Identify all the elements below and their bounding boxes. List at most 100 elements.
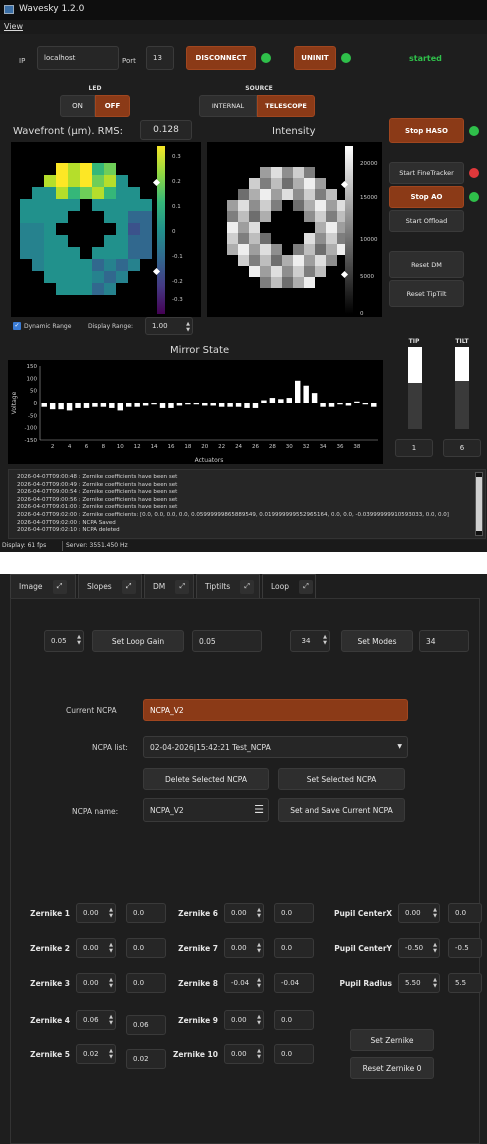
- tab-loop[interactable]: Loop ⤢: [262, 574, 316, 598]
- menu-view[interactable]: View: [4, 22, 23, 31]
- port-label: Port: [122, 57, 136, 65]
- set-modes-button[interactable]: Set Modes: [341, 630, 413, 652]
- spin-arrows-icon[interactable]: ▲ ▼: [433, 907, 437, 919]
- spin-arrows-icon[interactable]: ▲ ▼: [257, 1048, 261, 1060]
- undock-icon[interactable]: ⤢: [121, 579, 136, 594]
- tab-slopes[interactable]: Slopes ⤢: [78, 574, 142, 598]
- spin-arrows-icon[interactable]: ▲ ▼: [109, 1048, 113, 1060]
- tab-dm[interactable]: DM ⤢: [144, 574, 194, 598]
- set-zernike-button[interactable]: Set Zernike: [350, 1029, 434, 1051]
- spin-arrows-icon[interactable]: ▲ ▼: [433, 977, 437, 989]
- zernike-spinbox[interactable]: 0.00 ▲ ▼: [224, 1010, 264, 1030]
- tab-tiptilts[interactable]: Tiptilts ⤢: [196, 574, 260, 598]
- wavefront-pixel: [92, 259, 104, 271]
- undock-icon[interactable]: ⤢: [299, 579, 313, 594]
- intensity-pixel: [293, 178, 304, 189]
- reset-zernike-button[interactable]: Reset Zernike 0: [350, 1057, 434, 1079]
- loop-gain-spinbox[interactable]: 0.05 ▲ ▼: [44, 630, 84, 652]
- ncpa-list-select[interactable]: 02-04-2026|15:42:21 Test_NCPA ▼: [143, 736, 408, 758]
- modes-spinbox[interactable]: 34 ▲ ▼: [290, 630, 330, 652]
- undock-icon[interactable]: ⤢: [175, 579, 190, 594]
- ncpa-name-input[interactable]: NCPA_V2 ☰: [143, 798, 269, 822]
- wavefront-pixel: [68, 271, 80, 283]
- start-offload-button[interactable]: Start Offload: [389, 210, 464, 232]
- zernike-spinbox[interactable]: -0.04 ▲ ▼: [224, 973, 264, 993]
- port-input[interactable]: 13: [146, 46, 174, 70]
- pupil-spinbox[interactable]: -0.50 ▲ ▼: [398, 938, 440, 958]
- undock-icon[interactable]: ⤢: [240, 579, 255, 594]
- set-save-ncpa-button[interactable]: Set and Save Current NCPA: [278, 798, 405, 822]
- reset-dm-button[interactable]: Reset DM: [389, 251, 464, 278]
- wavefront-pixel: [128, 235, 140, 247]
- zernike-spinbox[interactable]: 0.00 ▲ ▼: [224, 1044, 264, 1064]
- led-off-button[interactable]: OFF: [95, 95, 130, 117]
- x-tick-label: 6: [85, 444, 89, 450]
- spin-arrows-icon[interactable]: ▲ ▼: [257, 977, 261, 989]
- spin-arrows-icon[interactable]: ▲ ▼: [433, 942, 437, 954]
- spin-arrows-icon[interactable]: ▲ ▼: [109, 907, 113, 919]
- zernike-spin-value: 0.00: [231, 944, 247, 952]
- intensity-pixel: [227, 222, 238, 233]
- spin-arrows-icon[interactable]: ▲ ▼: [109, 977, 113, 989]
- intensity-pixel: [249, 178, 260, 189]
- zernike-spinbox[interactable]: 0.00 ▲ ▼: [76, 903, 116, 923]
- disconnect-button[interactable]: DISCONNECT: [186, 46, 256, 70]
- intensity-pixel: [315, 266, 326, 277]
- undock-icon[interactable]: ⤢: [52, 579, 67, 594]
- spin-arrows-icon[interactable]: ▲ ▼: [109, 1014, 113, 1026]
- display-range-spinbox[interactable]: 1.00 ▲ ▼: [145, 317, 193, 335]
- pupil-spinbox[interactable]: 0.00 ▲ ▼: [398, 903, 440, 923]
- spin-arrows-icon[interactable]: ▲ ▼: [109, 942, 113, 954]
- source-telescope-button[interactable]: TELESCOPE: [257, 95, 315, 117]
- zernike-spinbox[interactable]: 0.00 ▲ ▼: [76, 973, 116, 993]
- delete-ncpa-button[interactable]: Delete Selected NCPA: [143, 768, 269, 790]
- spin-arrows-icon[interactable]: ▲ ▼: [257, 1014, 261, 1026]
- tab-slopes-label: Slopes: [87, 582, 112, 591]
- zernike-spinbox[interactable]: 0.00 ▲ ▼: [224, 938, 264, 958]
- dynamic-range-checkbox[interactable]: ✓: [13, 322, 21, 330]
- ip-label: IP: [19, 57, 26, 65]
- spin-arrows-icon[interactable]: ▲ ▼: [257, 907, 261, 919]
- uninit-button[interactable]: UNINIT: [294, 46, 336, 70]
- mirror-bar: [83, 403, 90, 408]
- start-finetracker-button[interactable]: Start FineTracker: [389, 162, 464, 184]
- spin-arrows-icon[interactable]: ▲ ▼: [257, 942, 261, 954]
- stop-ao-button[interactable]: Stop AO: [389, 186, 464, 208]
- y-tick-label: 150: [27, 364, 38, 370]
- intensity-pixel: [304, 277, 315, 288]
- wavefront-pixel: [44, 199, 56, 211]
- set-selected-ncpa-button[interactable]: Set Selected NCPA: [278, 768, 405, 790]
- led-on-button[interactable]: ON: [60, 95, 95, 117]
- intensity-pixel: [260, 167, 271, 178]
- mirror-bar: [142, 403, 149, 406]
- chevron-down-icon[interactable]: ▼: [397, 743, 402, 750]
- pupil-value: -0.5: [448, 938, 482, 958]
- log-scrollbar[interactable]: [475, 472, 483, 536]
- wavefront-pixel: [80, 187, 92, 199]
- source-internal-button[interactable]: INTERNAL: [199, 95, 257, 117]
- x-tick-label: 38: [353, 444, 360, 450]
- reset-tiptilt-button[interactable]: Reset TipTilt: [389, 280, 464, 307]
- zernike-label: Zernike 1: [30, 909, 70, 918]
- spin-arrows-icon[interactable]: ▲ ▼: [323, 634, 327, 646]
- zernike-spinbox[interactable]: 0.02 ▲ ▼: [76, 1044, 116, 1064]
- zernike-spin-value: 0.00: [231, 909, 247, 917]
- zernike-spinbox[interactable]: 0.00 ▲ ▼: [224, 903, 264, 923]
- spin-arrows-icon[interactable]: ▲ ▼: [77, 634, 81, 646]
- ip-input[interactable]: localhost: [37, 46, 119, 70]
- set-loop-gain-button[interactable]: Set Loop Gain: [92, 630, 184, 652]
- zernike-spinbox[interactable]: 0.00 ▲ ▼: [76, 938, 116, 958]
- zernike-spinbox[interactable]: 0.06 ▲ ▼: [76, 1010, 116, 1030]
- tab-image[interactable]: Image ⤢: [10, 574, 76, 598]
- zernike-label: Zernike 9: [178, 1016, 218, 1025]
- spin-arrows-icon[interactable]: ▲ ▼: [186, 321, 190, 333]
- intensity-pixel: [304, 233, 315, 244]
- zernike-spin-value: 0.00: [231, 1016, 247, 1024]
- pupil-spinbox[interactable]: 5.50 ▲ ▼: [398, 973, 440, 993]
- menu-icon[interactable]: ☰: [254, 804, 264, 815]
- wavefront-pixel: [92, 175, 104, 187]
- log-panel[interactable]: 2026-04-07T09:00:48 : Zernike coefficien…: [8, 469, 486, 539]
- wavefront-pixel: [104, 235, 116, 247]
- mirror-bar: [227, 403, 233, 407]
- stop-haso-button[interactable]: Stop HASO: [389, 118, 464, 143]
